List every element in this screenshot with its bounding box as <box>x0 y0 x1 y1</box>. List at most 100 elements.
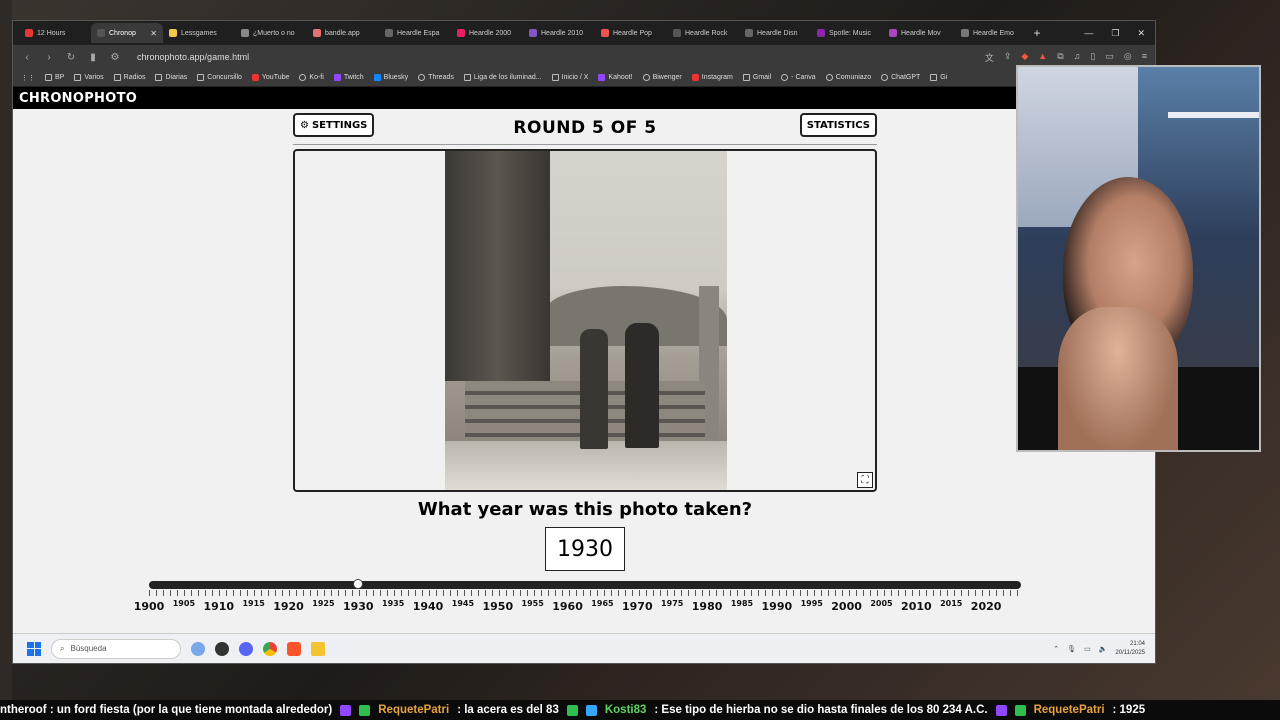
windows-taskbar: ⌕ Búsqueda ⌃ 🎙 ▭ 🔈 21:04 20/11/2025 <box>13 633 1155 663</box>
clock-date: 20/11/2025 <box>1115 649 1145 656</box>
webcam-shelf <box>1168 112 1259 118</box>
clock-time: 21:04 <box>1129 640 1145 647</box>
bookmark-item[interactable]: ChatGPT <box>881 74 920 81</box>
bookmark-item[interactable]: Liga de los iluminad... <box>463 74 542 81</box>
mic-icon[interactable]: 🎙 <box>1067 645 1076 653</box>
bookmark-item[interactable]: Comuniazo <box>825 74 871 81</box>
browser-tab[interactable]: Heardle Disn <box>739 23 811 43</box>
tab-label: Heardle Emo <box>973 29 1014 37</box>
fullscreen-icon[interactable]: ⛶ <box>857 472 873 488</box>
browser-tab[interactable]: Spotle: Music <box>811 23 883 43</box>
chat-badge-icon <box>995 704 1007 716</box>
bookmark-item[interactable]: Inicio / X <box>551 74 588 81</box>
wallet-icon[interactable]: ▭ <box>1105 51 1114 64</box>
vpn-icon[interactable]: ◎ <box>1124 51 1132 64</box>
file-explorer-icon[interactable] <box>311 641 325 656</box>
site-header: CHRONOPHOTO <box>13 87 1155 109</box>
browser-tab[interactable]: Heardle Pop <box>595 23 667 43</box>
timeline-year-label: 1990 <box>761 600 793 613</box>
browser-tab[interactable]: Heardle Espa <box>379 23 451 43</box>
bookmark-item[interactable]: Biwenger <box>642 74 682 81</box>
copilot-icon[interactable] <box>191 641 205 656</box>
statistics-button[interactable]: STATISTICS <box>799 113 877 137</box>
settings-button[interactable]: ⚙ SETTINGS <box>293 113 375 137</box>
translate-icon[interactable]: 文 <box>985 51 994 64</box>
close-window-icon[interactable]: ✕ <box>1137 28 1145 39</box>
reload-icon[interactable]: ↻ <box>65 52 77 63</box>
chevron-up-icon[interactable]: ⌃ <box>1053 645 1059 653</box>
network-icon[interactable]: ▭ <box>1084 645 1091 653</box>
timeline-year-label: 2005 <box>870 599 893 608</box>
bookmark-item[interactable]: - Canva <box>781 74 816 81</box>
bookmark-icon[interactable]: ▮ <box>87 52 99 63</box>
brave-shield-icon[interactable]: ◆ <box>1021 51 1028 64</box>
bookmark-item[interactable]: Twitch <box>333 74 364 81</box>
folder-icon <box>45 74 52 81</box>
bookmark-item[interactable]: Radios <box>113 74 145 81</box>
timeline-year-label: 2020 <box>970 600 1002 613</box>
new-tab-button[interactable]: + <box>1027 26 1047 40</box>
bookmark-item[interactable]: Gmail <box>742 74 771 81</box>
music-icon[interactable]: ♫ <box>1074 51 1081 64</box>
volume-icon[interactable]: 🔈 <box>1099 645 1108 653</box>
browser-tab[interactable]: 12 Hours <box>19 23 91 43</box>
browser-tab[interactable]: Lessgames <box>163 23 235 43</box>
bookmark-favicon-icon <box>642 74 650 81</box>
browser-tab[interactable]: Heardle 2000 <box>451 23 523 43</box>
sidebar-icon[interactable]: ▯ <box>1090 51 1095 64</box>
browser-tab[interactable]: Heardle Rock <box>667 23 739 43</box>
url-field[interactable]: chronophoto.app/game.html <box>137 52 249 62</box>
photo-ruin <box>445 151 550 381</box>
obs-icon[interactable] <box>215 641 229 656</box>
game-header: ⚙ SETTINGS ROUND 5 OF 5 STATISTICS <box>293 111 877 145</box>
browser-tab[interactable]: Chronop ✕ <box>91 23 163 43</box>
year-slider-handle[interactable] <box>353 575 364 593</box>
site-info-icon[interactable]: ⚙ <box>109 52 121 63</box>
browser-tab[interactable]: ¿Muerto o no <box>235 23 307 43</box>
address-bar: ‹ › ↻ ▮ ⚙ chronophoto.app/game.html 文 ⇪ … <box>13 45 1155 69</box>
forward-icon[interactable]: › <box>43 52 55 63</box>
windows-start-icon[interactable] <box>27 641 41 656</box>
bookmark-label: ChatGPT <box>891 74 921 81</box>
bookmark-label: - Canva <box>791 74 816 81</box>
menu-icon[interactable]: ≡ <box>1142 51 1147 64</box>
tab-favicon-icon <box>25 29 33 37</box>
browser-tab[interactable]: Heardle 2010 <box>523 23 595 43</box>
browser-tab[interactable]: Heardle Emo <box>955 23 1027 43</box>
restore-icon[interactable]: ❐ <box>1111 28 1119 39</box>
bookmark-item[interactable]: YouTube <box>251 74 289 81</box>
folder-icon <box>155 74 163 81</box>
bookmark-item[interactable]: Instagram <box>691 74 733 81</box>
browser-tab[interactable]: Heardle Mov <box>883 23 955 43</box>
clock[interactable]: 21:04 20/11/2025 <box>1115 640 1145 658</box>
timeline-year-label: 1905 <box>172 599 196 608</box>
bookmark-item[interactable]: Bluesky <box>373 74 408 81</box>
bookmark-label: Liga de los iluminad... <box>473 74 542 81</box>
year-slider-track[interactable] <box>149 581 1021 589</box>
site-logo[interactable]: CHRONOPHOTO <box>19 91 137 106</box>
bookmark-item[interactable]: BP <box>45 74 64 81</box>
bookmark-item[interactable]: Gi <box>930 74 947 81</box>
close-tab-icon[interactable]: ✕ <box>150 29 157 38</box>
back-icon[interactable]: ‹ <box>21 52 33 63</box>
taskbar-search[interactable]: ⌕ Búsqueda <box>51 638 181 659</box>
tab-label: Heardle 2010 <box>541 29 584 37</box>
extensions-icon[interactable]: ⧉ <box>1057 51 1063 64</box>
share-icon[interactable]: ⇪ <box>1004 51 1012 64</box>
browser-tab[interactable]: bandle.app <box>307 23 379 43</box>
bookmark-item[interactable]: Diarias <box>155 74 187 81</box>
bookmark-item[interactable]: Kahoot! <box>598 74 633 81</box>
discord-icon[interactable] <box>239 641 253 656</box>
rewards-icon[interactable]: ▲ <box>1038 51 1047 64</box>
bookmark-label: Varios <box>84 74 104 81</box>
bookmark-item[interactable]: Varios <box>74 74 104 81</box>
minimize-icon[interactable]: — <box>1084 28 1093 39</box>
apps-icon[interactable]: ⋮⋮ <box>21 74 35 82</box>
chrome-icon[interactable] <box>263 641 277 656</box>
bookmark-item[interactable]: Ko-fi <box>299 74 324 81</box>
chat-badge-icon <box>566 704 578 716</box>
bookmark-item[interactable]: Threads <box>418 74 454 81</box>
brave-icon[interactable] <box>287 641 301 656</box>
bookmark-item[interactable]: Concursillo <box>197 74 242 81</box>
folder-icon <box>551 74 559 81</box>
